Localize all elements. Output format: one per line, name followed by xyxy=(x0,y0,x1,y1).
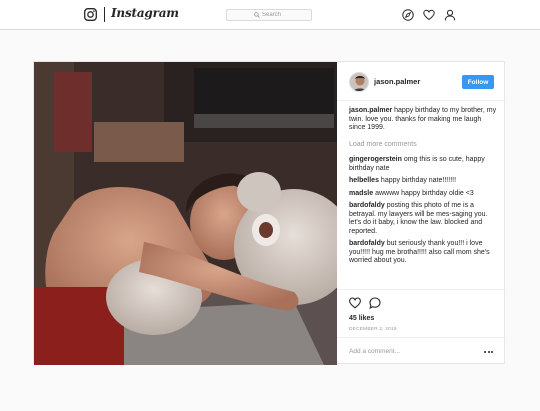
post-photo[interactable] xyxy=(34,62,337,365)
avatar-image xyxy=(350,73,368,91)
post-sidebar: jason.palmer Follow jason.palmer happy b… xyxy=(337,62,506,365)
post-photo-illustration xyxy=(34,62,337,365)
dot xyxy=(487,351,490,353)
post-username[interactable]: jason.palmer xyxy=(374,77,420,86)
list-item: helbelles happy birthday nate!!!!!!! xyxy=(349,177,499,186)
load-more-comments-link[interactable]: Load more comments xyxy=(349,141,499,150)
comment-username[interactable]: bardofaldy xyxy=(349,240,385,247)
dot xyxy=(484,351,486,353)
comment-username[interactable]: madsle xyxy=(349,190,373,197)
list-item: gingerogerstein omg this is so cute, hap… xyxy=(349,156,499,173)
comment-username[interactable]: helbelles xyxy=(349,177,379,184)
comment-username[interactable]: jason.palmer xyxy=(349,107,392,114)
comment-username[interactable]: gingerogerstein xyxy=(349,156,402,163)
search-icon xyxy=(254,12,260,18)
list-item: madsle awwww happy birthday oldie <3 xyxy=(349,190,499,199)
add-comment-input[interactable] xyxy=(349,348,469,355)
post-header: jason.palmer Follow xyxy=(337,62,506,101)
heart-icon[interactable] xyxy=(423,9,435,21)
add-comment-section xyxy=(337,337,506,366)
comment-username[interactable]: bardofaldy xyxy=(349,202,385,209)
more-options-icon[interactable] xyxy=(484,349,494,355)
post-actions: 45 likes DECEMBER 2, 2019 xyxy=(337,289,506,365)
post-card: jason.palmer Follow jason.palmer happy b… xyxy=(33,61,506,365)
list-item: bardofaldy but seriously thank you!!! i … xyxy=(349,240,499,266)
search-box[interactable] xyxy=(226,9,312,21)
instagram-glyph-icon[interactable] xyxy=(84,8,97,21)
like-heart-icon[interactable] xyxy=(349,297,361,309)
logo-divider xyxy=(104,7,105,22)
top-navigation-bar: Instagram xyxy=(0,0,540,30)
post-date: DECEMBER 2, 2019 xyxy=(349,327,397,332)
avatar[interactable] xyxy=(349,72,369,92)
comment-bubble-icon[interactable] xyxy=(369,297,381,309)
dot xyxy=(491,351,493,353)
comment-text: awwww happy birthday oldie <3 xyxy=(375,189,474,197)
comments-list: jason.palmer happy birthday to my brothe… xyxy=(349,107,499,270)
search-input[interactable] xyxy=(262,12,284,18)
caption: jason.palmer happy birthday to my brothe… xyxy=(349,107,499,133)
likes-count[interactable]: 45 likes xyxy=(349,315,374,322)
comment-text: happy birthday nate!!!!!!! xyxy=(380,177,457,184)
instagram-wordmark[interactable]: Instagram xyxy=(111,6,179,20)
compass-icon[interactable] xyxy=(402,9,414,21)
profile-icon[interactable] xyxy=(444,9,456,21)
list-item: bardofaldy posting this photo of me is a… xyxy=(349,202,499,236)
follow-button[interactable]: Follow xyxy=(462,75,494,89)
